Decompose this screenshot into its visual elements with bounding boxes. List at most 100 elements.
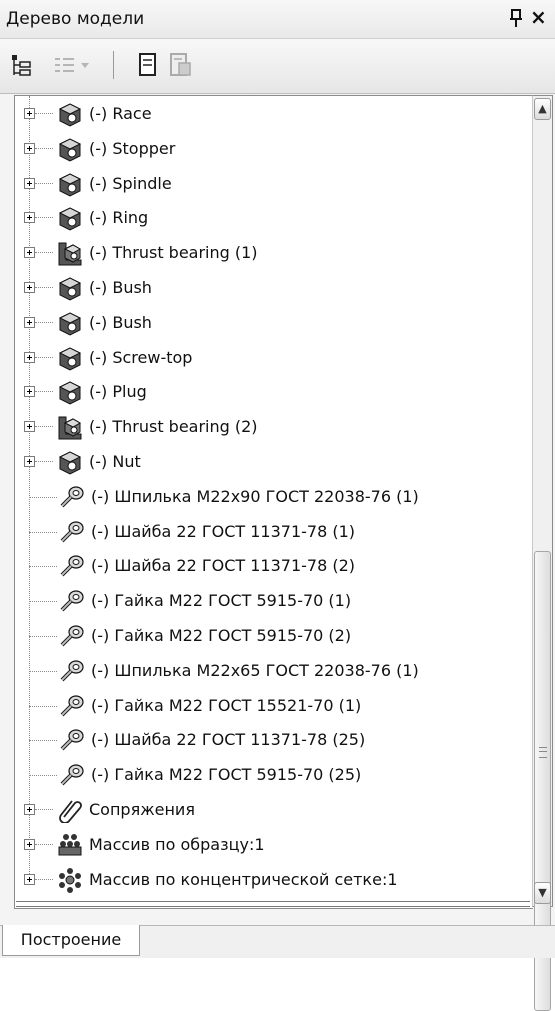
expand-icon[interactable] <box>24 177 35 189</box>
tree-item[interactable]: (-) Bush <box>15 272 533 306</box>
tree-item[interactable]: (-) Stopper <box>15 133 533 167</box>
part-icon <box>57 171 83 197</box>
tree-item[interactable]: (-) Thrust bearing (1) <box>15 237 533 271</box>
tree-item[interactable]: (-) Spindle <box>15 168 533 202</box>
tree-item[interactable]: Массив по образцу:1 <box>15 829 533 863</box>
part-icon <box>57 379 83 405</box>
part-icon <box>57 345 83 371</box>
tree-item[interactable]: (-) Ring <box>15 202 533 236</box>
tree-structure-icon[interactable] <box>8 51 36 79</box>
expand-icon[interactable] <box>24 212 35 224</box>
tree-item-label: (-) Spindle <box>89 173 172 193</box>
tree-item[interactable]: (-) Race <box>15 98 533 132</box>
panel-title: Дерево модели <box>6 9 145 29</box>
tree-item[interactable]: (-) Шайба 22 ГОСТ 11371-78 (2) <box>15 550 533 584</box>
tree-item[interactable]: (-) Гайка М22 ГОСТ 5915-70 (1) <box>15 585 533 619</box>
standard-part-icon <box>59 693 85 719</box>
tree-connector-line <box>35 426 53 428</box>
page-properties-icon[interactable] <box>166 51 194 79</box>
tree-item-label: (-) Гайка М22 ГОСТ 5915-70 (2) <box>91 626 352 645</box>
vertical-scrollbar[interactable]: ▲ ▼ <box>532 95 553 1011</box>
model-tree[interactable]: (-) Race (-) Stopper (-) Spindle (-) Ring (-… <box>14 95 533 909</box>
tree-connector-line <box>35 809 53 810</box>
tree-item-label: (-) Гайка М22 ГОСТ 5915-70 (25) <box>91 765 362 785</box>
expand-icon[interactable] <box>24 247 35 259</box>
tree-connector-line <box>29 601 57 603</box>
tree-item-label: (-) Гайка М22 ГОСТ 15521-70 (1) <box>91 695 362 715</box>
part-icon <box>57 310 83 336</box>
expand-icon[interactable] <box>24 108 35 119</box>
tab-strip: Построение <box>0 925 555 958</box>
tree-connector-line <box>29 670 57 672</box>
tree-item-label: (-) Ring <box>89 208 149 228</box>
tree-item-label: (-) Шайба 22 ГОСТ 11371-78 (2) <box>91 556 356 576</box>
tree-connector-line <box>35 113 53 114</box>
expand-icon[interactable] <box>24 351 35 363</box>
toolbar <box>0 39 555 94</box>
expand-icon[interactable] <box>24 456 35 467</box>
subassembly-icon <box>57 414 83 440</box>
expand-icon[interactable] <box>24 282 35 293</box>
expand-icon[interactable] <box>24 873 35 885</box>
tab-postroenie[interactable]: Построение <box>2 925 140 956</box>
tree-item[interactable]: (-) Гайка М22 ГОСТ 15521-70 (1) <box>15 690 533 724</box>
tree-item[interactable]: Массив по концентрической сетке:1 <box>15 864 533 898</box>
tree-item[interactable]: (-) Шпилька М22х65 ГОСТ 22038-76 (1) <box>15 655 533 689</box>
tree-item-label: (-) Bush <box>89 278 152 297</box>
pattern-array-icon <box>57 832 83 858</box>
page-icon[interactable] <box>134 51 162 79</box>
tree-item-label: (-) Nut <box>89 452 141 471</box>
tree-connector-line <box>29 531 57 533</box>
part-icon <box>57 136 83 162</box>
tree-connector-line <box>29 566 57 568</box>
tree-item-label: (-) Race <box>89 104 152 123</box>
tree-item-label: (-) Шпилька М22х90 ГОСТ 22038-76 (1) <box>91 486 419 506</box>
horizontal-scrollbar[interactable] <box>16 901 530 907</box>
tree-connector-line <box>35 321 53 323</box>
tree-item[interactable]: Сопряжения <box>15 794 533 828</box>
tree-item[interactable]: (-) Гайка М22 ГОСТ 5915-70 (2) <box>15 620 533 654</box>
tree-item[interactable]: (-) Nut <box>15 446 533 480</box>
expand-icon[interactable] <box>24 316 35 328</box>
tree-item[interactable]: (-) Thrust bearing (2) <box>15 411 533 445</box>
tree-item-label: (-) Шайба 22 ГОСТ 11371-78 (25) <box>91 730 366 750</box>
tree-connector-line <box>35 878 53 880</box>
part-icon <box>57 275 83 301</box>
tree-connector-line <box>29 496 57 498</box>
expand-icon[interactable] <box>24 838 35 850</box>
tree-connector-line <box>35 461 53 462</box>
tree-item-label: Сопряжения <box>89 800 195 819</box>
expand-icon[interactable] <box>24 142 35 154</box>
panel-title-bar: Дерево модели × <box>0 0 555 39</box>
tree-item[interactable]: (-) Шайба 22 ГОСТ 11371-78 (25) <box>15 724 533 758</box>
subassembly-icon <box>57 240 83 266</box>
standard-part-icon <box>59 623 85 649</box>
tree-connector-line <box>29 705 57 707</box>
tree-connector-line <box>35 147 53 149</box>
model-tree-panel: Дерево модели × (-) Race (-) Stopper (-)… <box>0 0 555 1011</box>
scrollbar-grip-icon <box>539 747 547 758</box>
part-icon <box>57 205 83 231</box>
standard-part-icon <box>59 588 85 614</box>
tree-item[interactable]: (-) Гайка М22 ГОСТ 5915-70 (25) <box>15 759 533 793</box>
expand-icon[interactable] <box>24 421 35 433</box>
expand-icon[interactable] <box>24 804 35 815</box>
tree-item-label: (-) Plug <box>89 382 147 402</box>
tree-connector-line <box>29 775 57 777</box>
tree-item-label: (-) Thrust bearing (2) <box>89 417 258 437</box>
tree-connector-line <box>29 740 57 742</box>
scroll-up-button[interactable]: ▲ <box>534 98 551 120</box>
close-icon[interactable]: × <box>530 6 547 28</box>
tree-item[interactable]: (-) Шпилька М22х90 ГОСТ 22038-76 (1) <box>15 481 533 515</box>
scroll-down-button[interactable]: ▼ <box>534 882 551 904</box>
pin-icon[interactable] <box>508 7 524 29</box>
tree-connector-line <box>35 391 53 393</box>
list-view-dropdown-icon[interactable] <box>52 51 96 79</box>
tree-item[interactable]: (-) Bush <box>15 307 533 341</box>
tree-connector-line <box>35 182 53 184</box>
tree-item[interactable]: (-) Plug <box>15 376 533 410</box>
tree-item-label: (-) Screw-top <box>89 347 193 367</box>
expand-icon[interactable] <box>24 386 35 398</box>
tree-item[interactable]: (-) Шайба 22 ГОСТ 11371-78 (1) <box>15 516 533 550</box>
tree-item[interactable]: (-) Screw-top <box>15 342 533 376</box>
